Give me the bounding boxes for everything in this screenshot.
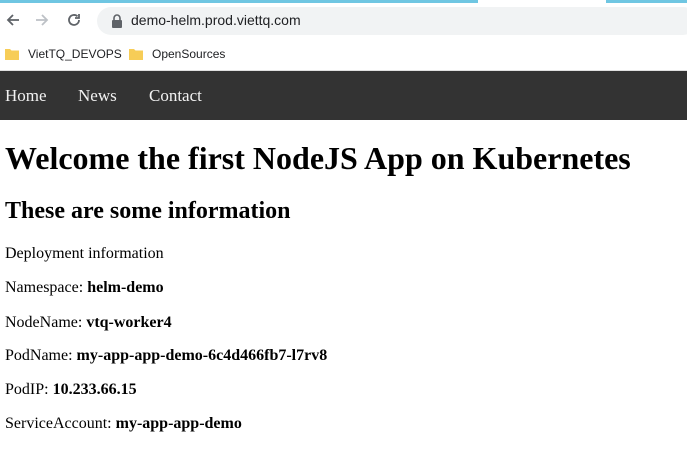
arrow-right-icon[interactable] xyxy=(32,10,52,30)
field-label: Namespace: xyxy=(5,279,84,296)
arrow-left-icon[interactable] xyxy=(3,10,23,30)
info-row-namespace: Namespace: helm-demo xyxy=(5,279,164,297)
field-label: PodName: xyxy=(5,347,73,364)
bookmark-label: VietTQ_DEVOPS xyxy=(28,47,122,61)
field-label: NodeName: xyxy=(5,314,83,331)
folder-icon xyxy=(5,49,19,60)
nav-link-news[interactable]: News xyxy=(78,86,117,106)
reload-icon[interactable] xyxy=(64,10,84,30)
bookmark-vietq-devops[interactable]: VietTQ_DEVOPS xyxy=(5,45,122,63)
info-row-serviceaccount: ServiceAccount: my-app-app-demo xyxy=(5,415,242,433)
info-row-podname: PodName: my-app-app-demo-6c4d466fb7-l7rv… xyxy=(5,347,327,365)
address-bar[interactable]: demo-helm.prod.viettq.com xyxy=(97,7,687,35)
browser-toolbar: demo-helm.prod.viettq.com xyxy=(0,0,687,37)
field-value: helm-demo xyxy=(87,279,164,296)
field-label: PodIP: xyxy=(5,381,49,398)
bookmarks-bar: VietTQ_DEVOPS OpenSources xyxy=(0,37,687,71)
field-value: my-app-app-demo xyxy=(115,415,242,432)
top-nav: Home News Contact xyxy=(0,71,687,120)
bookmark-label: OpenSources xyxy=(152,47,226,61)
section-label: Deployment information xyxy=(5,245,164,262)
field-value: 10.233.66.15 xyxy=(52,381,137,398)
folder-icon xyxy=(129,49,143,60)
page-title: Welcome the first NodeJS App on Kubernet… xyxy=(5,140,631,176)
bookmark-opensources[interactable]: OpenSources xyxy=(129,45,225,63)
lock-icon xyxy=(112,14,122,28)
page-subtitle: These are some information xyxy=(5,198,291,224)
info-row-podip: PodIP: 10.233.66.15 xyxy=(5,381,137,399)
tab-strip-gap xyxy=(478,0,606,3)
nav-link-contact[interactable]: Contact xyxy=(149,86,202,106)
field-label: ServiceAccount: xyxy=(5,415,112,432)
nav-link-home[interactable]: Home xyxy=(5,86,47,106)
field-value: vtq-worker4 xyxy=(86,314,172,331)
info-row-nodename: NodeName: vtq-worker4 xyxy=(5,314,172,332)
url-text: demo-helm.prod.viettq.com xyxy=(131,12,301,28)
field-value: my-app-app-demo-6c4d466fb7-l7rv8 xyxy=(76,347,328,364)
tab-strip xyxy=(0,0,687,3)
